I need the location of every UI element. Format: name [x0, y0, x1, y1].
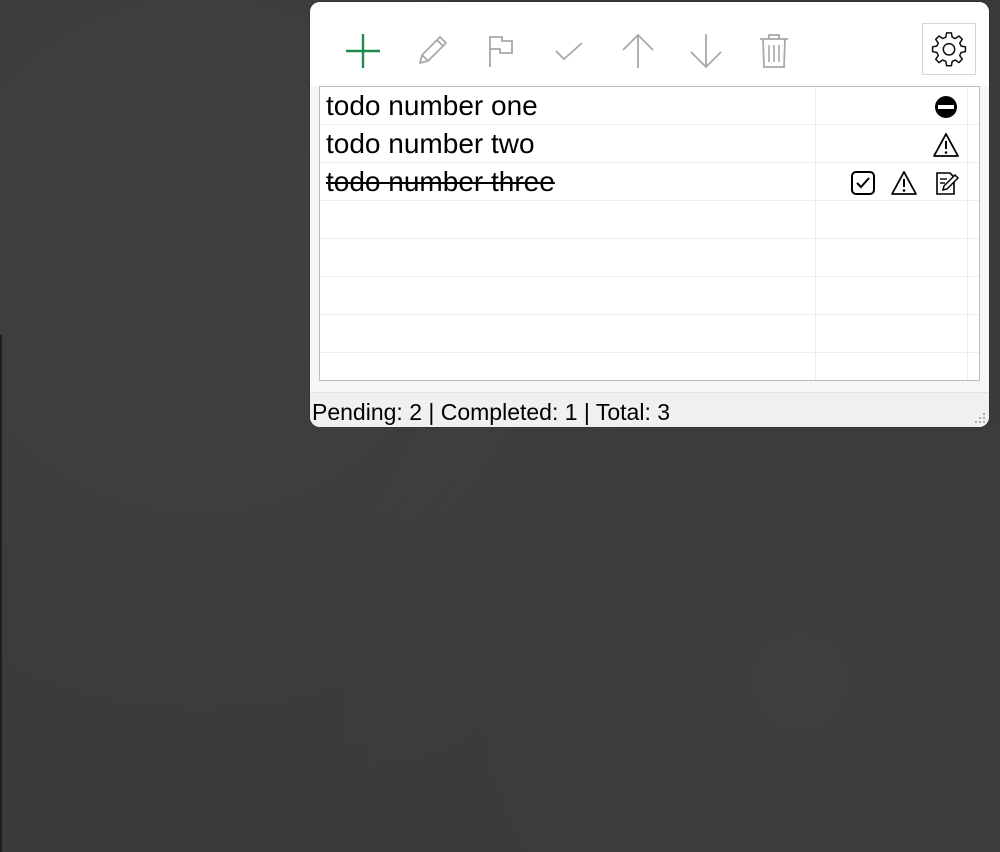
column-divider	[967, 353, 968, 380]
trash-icon	[760, 34, 788, 68]
todo-window: todo number one todo number two todo num…	[310, 2, 989, 427]
arrow-up-icon	[622, 33, 654, 68]
flag-icon	[489, 36, 513, 67]
column-divider	[815, 277, 816, 314]
todo-list: todo number one todo number two todo num…	[319, 86, 980, 381]
add-button[interactable]	[340, 28, 386, 74]
column-divider	[815, 315, 816, 352]
gear-icon	[931, 32, 967, 67]
todo-text: todo number three	[326, 166, 555, 197]
complete-button[interactable]	[546, 28, 592, 74]
resize-grip-icon[interactable]	[973, 411, 987, 425]
column-divider	[815, 239, 816, 276]
move-up-button[interactable]	[615, 28, 661, 74]
warning-icon	[891, 170, 917, 196]
column-divider	[815, 201, 816, 238]
column-divider	[967, 125, 968, 162]
desktop-edge	[0, 335, 2, 852]
stop-icon	[933, 94, 959, 120]
edit-button[interactable]	[409, 28, 455, 74]
checkbox-checked-icon	[850, 170, 876, 196]
empty-row	[320, 277, 979, 315]
column-divider	[815, 353, 816, 380]
column-divider	[967, 163, 968, 200]
todo-text: todo number one	[326, 90, 538, 121]
todo-row[interactable]: todo number two	[320, 125, 979, 163]
warning-icon	[933, 132, 959, 158]
todo-row[interactable]: todo number one	[320, 87, 979, 125]
flag-button[interactable]	[478, 28, 524, 74]
column-divider	[815, 163, 816, 200]
column-divider	[815, 87, 816, 124]
todo-row[interactable]: todo number three	[320, 163, 979, 201]
move-down-button[interactable]	[683, 28, 729, 74]
empty-row	[320, 353, 979, 380]
status-bar: Pending: 2 | Completed: 1 | Total: 3	[310, 392, 989, 427]
empty-row	[320, 201, 979, 239]
empty-row	[320, 239, 979, 277]
pencil-icon	[419, 36, 447, 64]
status-text: Pending: 2 | Completed: 1 | Total: 3	[312, 399, 671, 425]
column-divider	[815, 125, 816, 162]
arrow-down-icon	[690, 34, 722, 69]
todo-text: todo number two	[326, 128, 535, 159]
note-icon	[933, 170, 959, 196]
plus-icon	[346, 34, 380, 68]
delete-button[interactable]	[751, 28, 797, 74]
settings-button[interactable]	[922, 23, 976, 75]
empty-row	[320, 315, 979, 353]
checkmark-icon	[555, 42, 583, 61]
column-divider	[967, 201, 968, 238]
column-divider	[967, 277, 968, 314]
toolbar	[310, 2, 989, 86]
column-divider	[967, 239, 968, 276]
column-divider	[967, 315, 968, 352]
column-divider	[967, 87, 968, 124]
